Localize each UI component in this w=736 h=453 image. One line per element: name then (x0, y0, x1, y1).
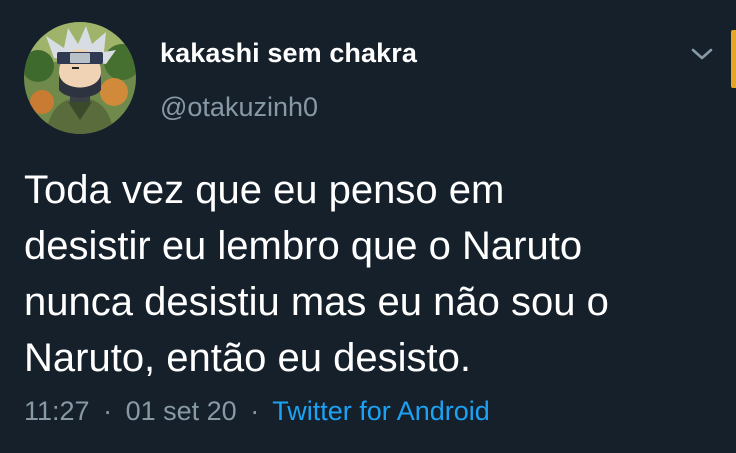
user-handle[interactable]: @otakuzinh0 (160, 92, 318, 123)
tweet-text: Toda vez que eu penso em desistir eu lem… (24, 162, 724, 386)
tweet-text-line: Naruto, então eu desisto. (24, 336, 471, 380)
kakashi-avatar-image (24, 22, 136, 134)
tweet-text-line: nunca desistiu mas eu não sou o (24, 280, 609, 324)
tweet-card: kakashi sem chakra @otakuzinh0 Toda vez … (0, 0, 736, 453)
more-options-button[interactable] (684, 36, 720, 72)
tweet-time[interactable]: 11:27 (24, 396, 90, 426)
chevron-down-icon (691, 48, 713, 60)
meta-separator: · (250, 396, 260, 426)
tweet-text-line: desistir eu lembro que o Naruto (24, 224, 583, 268)
tweet-source-link[interactable]: Twitter for Android (272, 396, 490, 426)
meta-separator: · (103, 396, 113, 426)
accent-strip (731, 30, 736, 88)
tweet-text-line: Toda vez que eu penso em (24, 168, 505, 212)
display-name[interactable]: kakashi sem chakra (160, 38, 417, 69)
avatar[interactable] (24, 22, 136, 134)
tweet-date[interactable]: 01 set 20 (126, 396, 237, 426)
tweet-meta: 11:27 · 01 set 20 · Twitter for Android (24, 396, 490, 427)
